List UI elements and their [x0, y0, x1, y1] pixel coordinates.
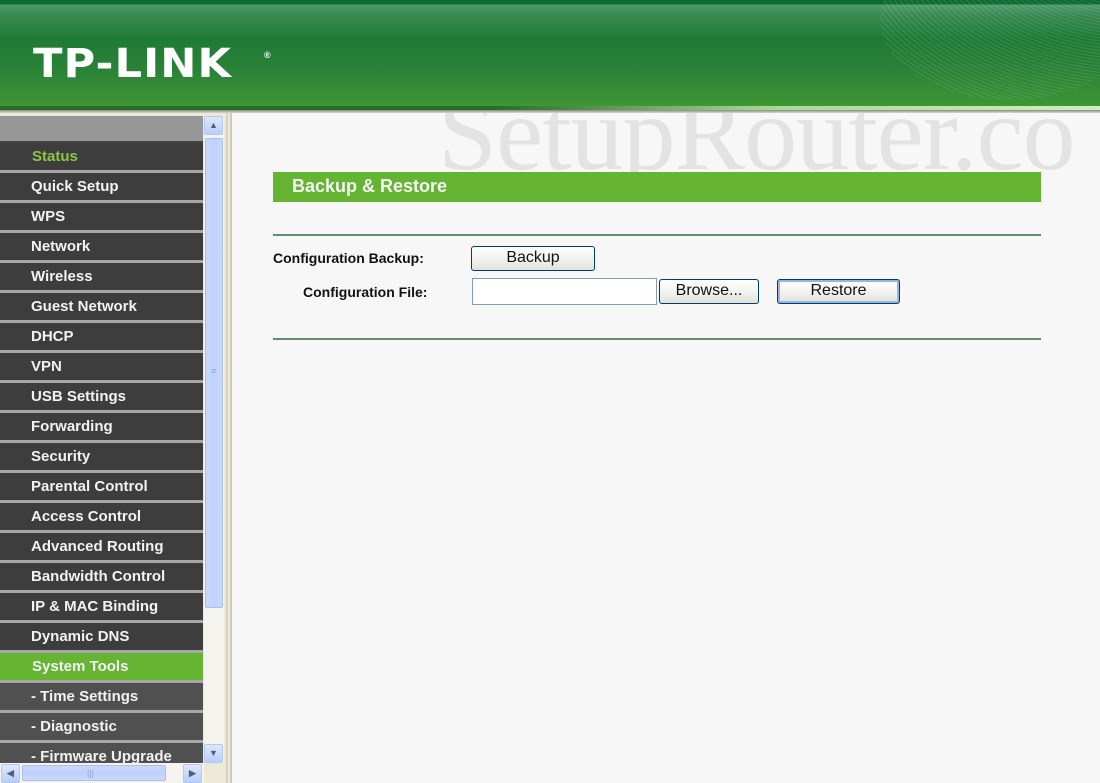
- scroll-up-button[interactable]: ▲: [204, 116, 223, 135]
- horizontal-scroll-thumb[interactable]: |||: [22, 765, 166, 781]
- config-backup-label: Configuration Backup:: [273, 250, 424, 266]
- sidebar-horizontal-scrollbar[interactable]: ◀ ||| ▶: [0, 763, 204, 783]
- chevron-left-icon: ◀: [7, 768, 14, 778]
- backup-button[interactable]: Backup: [471, 246, 595, 271]
- sidebar-item-guest-network[interactable]: Guest Network: [0, 293, 203, 323]
- sidebar-frame: Status Quick Setup WPS Network Wireless …: [0, 113, 228, 783]
- sidebar-item-quick-setup[interactable]: Quick Setup: [0, 173, 203, 203]
- header-decoration: [880, 0, 1100, 100]
- tp-link-logo: TP-LINK: [33, 41, 233, 87]
- grip-icon: |||: [87, 768, 95, 778]
- page-title: Backup & Restore: [273, 172, 1041, 202]
- sidebar-item-usb-settings[interactable]: USB Settings: [0, 383, 203, 413]
- scroll-left-button[interactable]: ◀: [1, 764, 20, 783]
- sidebar-item-access-control[interactable]: Access Control: [0, 503, 203, 533]
- sidebar-item-status[interactable]: Status: [0, 143, 203, 173]
- chevron-up-icon: ▲: [209, 120, 218, 130]
- browse-button[interactable]: Browse...: [659, 279, 759, 304]
- chevron-down-icon: ▼: [209, 748, 218, 758]
- sidebar-item-system-tools[interactable]: System Tools: [0, 653, 203, 683]
- registered-mark: ®: [264, 50, 271, 60]
- divider-top: [273, 234, 1041, 236]
- grip-icon: ≡: [211, 366, 217, 376]
- sidebar-item-vpn[interactable]: VPN: [0, 353, 203, 383]
- sidebar-item-parental-control[interactable]: Parental Control: [0, 473, 203, 503]
- chevron-right-icon: ▶: [189, 768, 196, 778]
- sidebar-item-wireless[interactable]: Wireless: [0, 263, 203, 293]
- sidebar-vertical-scrollbar[interactable]: ▲ ≡ ▼: [204, 116, 224, 766]
- sidebar-item-time-settings[interactable]: - Time Settings: [0, 683, 203, 713]
- sidebar-menu: Status Quick Setup WPS Network Wireless …: [0, 116, 203, 766]
- sidebar-item-forwarding[interactable]: Forwarding: [0, 413, 203, 443]
- config-file-label: Configuration File:: [303, 284, 428, 300]
- sidebar-item-ip-mac-binding[interactable]: IP & MAC Binding: [0, 593, 203, 623]
- sidebar-item-wps[interactable]: WPS: [0, 203, 203, 233]
- sidebar-item-bandwidth-control[interactable]: Bandwidth Control: [0, 563, 203, 593]
- main-content: SetupRouter.co Backup & Restore Configur…: [230, 113, 1100, 783]
- header-banner: TP-LINK ®: [0, 0, 1100, 110]
- vertical-scroll-thumb[interactable]: ≡: [205, 138, 223, 608]
- sidebar-item-dynamic-dns[interactable]: Dynamic DNS: [0, 623, 203, 653]
- sidebar-item-diagnostic[interactable]: - Diagnostic: [0, 713, 203, 743]
- menu-top-bar: [0, 116, 203, 143]
- sidebar-item-dhcp[interactable]: DHCP: [0, 323, 203, 353]
- restore-button[interactable]: Restore: [777, 279, 900, 304]
- sidebar-item-advanced-routing[interactable]: Advanced Routing: [0, 533, 203, 563]
- sidebar-item-network[interactable]: Network: [0, 233, 203, 263]
- divider-bottom: [273, 338, 1041, 340]
- scrollbar-corner: [204, 763, 224, 783]
- sidebar-item-security[interactable]: Security: [0, 443, 203, 473]
- config-file-input[interactable]: [472, 278, 657, 305]
- scroll-right-button[interactable]: ▶: [183, 764, 202, 783]
- scroll-down-button[interactable]: ▼: [204, 744, 223, 763]
